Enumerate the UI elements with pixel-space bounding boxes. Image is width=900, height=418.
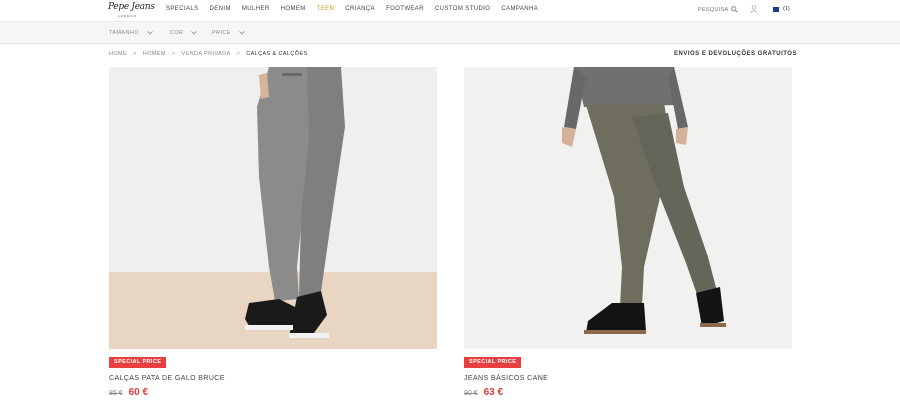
- search-label: PESQUISA: [698, 6, 729, 13]
- menu-item-crianca[interactable]: CRIANÇA: [345, 6, 375, 18]
- filter-bar: TAMANHO COR PRICE: [0, 22, 900, 44]
- brand-logo-sub: LONDON: [118, 14, 137, 18]
- breadcrumb-venda-privada[interactable]: VENDA PRIVADA: [181, 51, 230, 57]
- main-menu: SPECIALS DENIM MULHER HOMEM TEEN CRIANÇA…: [166, 6, 549, 18]
- original-price: 90 €: [464, 390, 478, 397]
- cart-count: (1): [783, 6, 790, 12]
- product-image[interactable]: [464, 67, 792, 349]
- sale-price: 63 €: [483, 387, 504, 398]
- product-name[interactable]: CALÇAS PATA DE GALO BRUCE: [109, 375, 225, 382]
- brand-logo-script: Pepe Jeans: [108, 2, 155, 12]
- chevron-down-icon: [191, 31, 198, 35]
- filter-size[interactable]: TAMANHO: [109, 30, 153, 36]
- product-name[interactable]: JEANS BÁSICOS CANE: [464, 375, 548, 382]
- breadcrumb-home[interactable]: HOME: [109, 51, 127, 57]
- product-price: 90 € 63 €: [464, 387, 503, 398]
- menu-item-custom-studio[interactable]: CUSTOM STUDIO: [435, 6, 490, 18]
- menu-item-mulher[interactable]: MULHER: [242, 6, 270, 18]
- menu-item-campanha[interactable]: CAMPANHA: [501, 6, 538, 18]
- filter-price[interactable]: PRICE: [212, 30, 245, 36]
- menu-item-teen[interactable]: TEEN: [317, 6, 335, 18]
- menu-item-denim[interactable]: DENIM: [210, 6, 231, 18]
- product-price: 85 € 60 €: [109, 387, 148, 398]
- breadcrumb-separator: >: [171, 51, 176, 57]
- menu-item-footwear[interactable]: FOOTWEAR: [386, 6, 424, 18]
- filter-price-label: PRICE: [212, 30, 231, 36]
- special-price-badge: SPECIAL PRICE: [109, 357, 167, 368]
- chevron-down-icon: [147, 31, 153, 35]
- product-card: SPECIAL PRICE CALÇAS PATA DE GALO BRUCE …: [109, 67, 437, 398]
- breadcrumb: HOME > HOMEM > VENDA PRIVADA > CALÇAS & …: [109, 51, 308, 57]
- product-image[interactable]: [109, 67, 437, 349]
- cart-flag-icon: [773, 6, 779, 12]
- cart-button[interactable]: (1): [773, 6, 790, 12]
- search-button[interactable]: PESQUISA: [698, 6, 738, 13]
- sale-price: 60 €: [128, 387, 149, 398]
- user-icon[interactable]: [750, 5, 758, 14]
- brand-logo[interactable]: Pepe Jeans LONDON: [108, 2, 155, 20]
- free-shipping-link[interactable]: ENVIOS E DEVOLUÇÕES GRATUITOS: [674, 51, 797, 57]
- breadcrumb-current: CALÇAS & CALÇÕES: [246, 51, 308, 57]
- breadcrumb-separator: >: [236, 51, 241, 57]
- breadcrumb-homem[interactable]: HOMEM: [143, 51, 166, 57]
- filter-color-label: COR: [170, 30, 184, 36]
- menu-item-homem[interactable]: HOMEM: [281, 6, 306, 18]
- product-card: SPECIAL PRICE JEANS BÁSICOS CANE 90 € 63…: [464, 67, 792, 398]
- original-price: 85 €: [109, 390, 123, 397]
- top-navigation: Pepe Jeans LONDON SPECIALS DENIM MULHER …: [0, 0, 900, 22]
- menu-item-specials[interactable]: SPECIALS: [166, 6, 199, 18]
- search-icon: [730, 6, 738, 13]
- filter-size-label: TAMANHO: [109, 30, 139, 36]
- filter-color[interactable]: COR: [170, 30, 198, 36]
- special-price-badge: SPECIAL PRICE: [464, 357, 522, 368]
- breadcrumb-separator: >: [133, 51, 137, 57]
- chevron-down-icon: [238, 31, 245, 35]
